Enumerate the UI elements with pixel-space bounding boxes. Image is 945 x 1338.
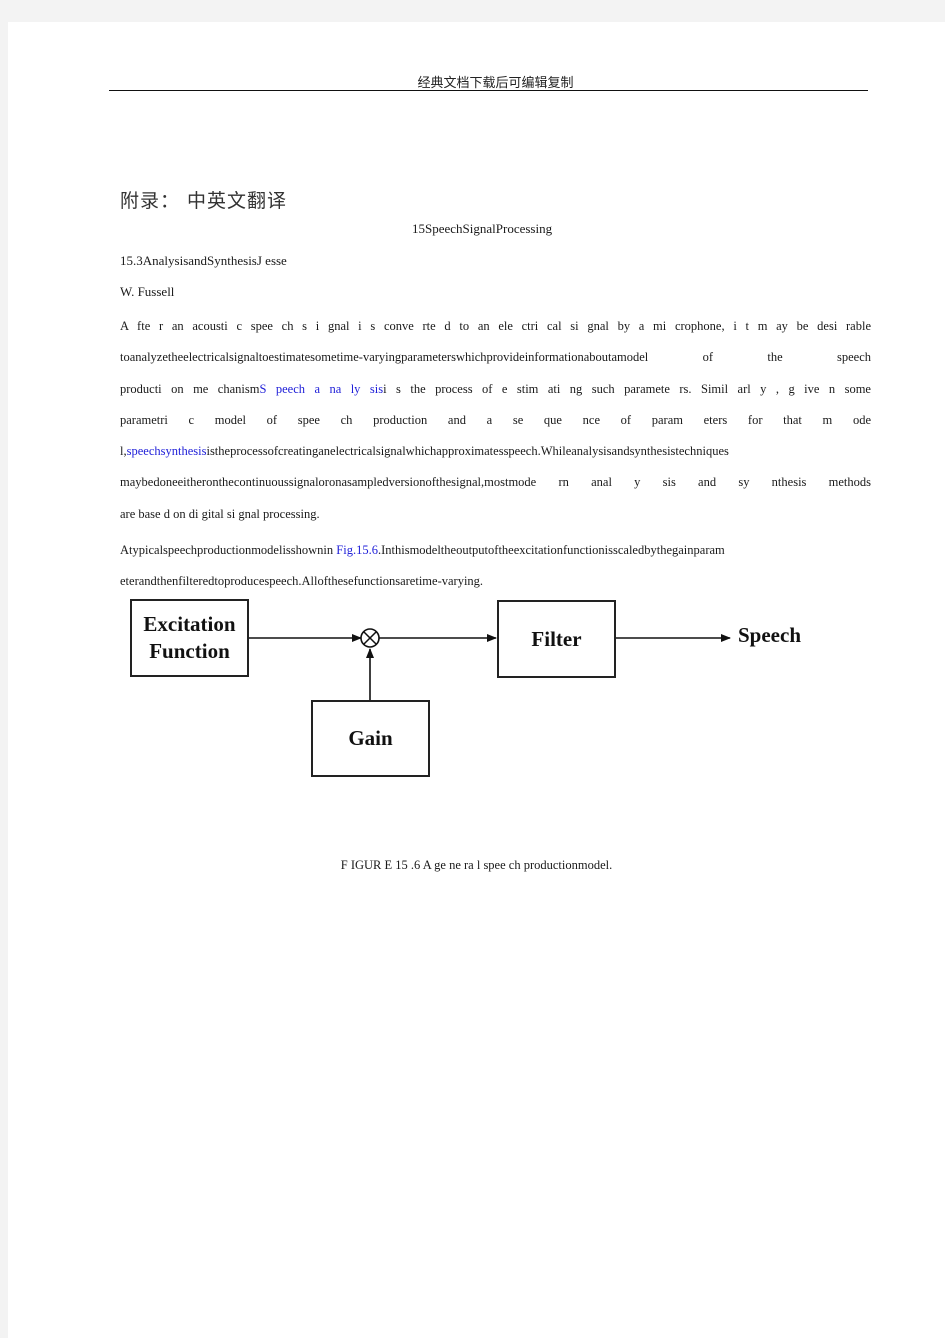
multiplier-icon (360, 628, 380, 648)
text-run: maybedoneeitheronthecontinuoussignaloron… (120, 475, 871, 490)
filter-block: Filter (497, 600, 616, 678)
section-title: 15.3AnalysisandSynthesisJ esse (120, 253, 287, 268)
paragraph-line: maybedoneeitheronthecontinuoussignaloron… (120, 467, 871, 498)
excitation-label-line1: Excitation (143, 612, 236, 636)
text-run: toanalyzetheelectricalsignaltoestimateso… (120, 350, 871, 365)
text-run: .Inthismodeltheoutputoftheexcitationfunc… (377, 543, 725, 557)
inline-link[interactable]: S peech a na ly sis (259, 382, 383, 396)
excitation-function-block: Excitation Function (130, 599, 249, 677)
paragraph-line: are base d on di gital si gnal processin… (120, 499, 871, 530)
page-header: 经典文档下载后可编辑复制 (417, 76, 574, 91)
inline-link[interactable]: Fig.15.6 (336, 543, 378, 557)
author-name: W. Fussell (120, 284, 175, 299)
gain-block: Gain (311, 700, 430, 777)
excitation-label-line2: Function (149, 639, 230, 663)
paragraph-production-model: Atypicalspeechproductionmodelisshownin F… (120, 535, 871, 598)
paragraph-line: toanalyzetheelectricalsignaltoestimateso… (120, 342, 871, 373)
text-run: producti on me chanism (120, 381, 260, 396)
chapter-title: 15SpeechSignalProcessing (412, 221, 553, 236)
header-divider (109, 90, 868, 91)
inline-link[interactable]: speechsynthesis (127, 444, 207, 458)
paragraph-analysis-synthesis: A fte r an acousti c spee ch s i gnal i … (120, 311, 871, 530)
paragraph-line: parametri c model of spee ch production … (120, 405, 871, 436)
text-run: istheprocessofcreatinganelectricalsignal… (206, 444, 729, 459)
document-page: 经典文档下载后可编辑复制 附录： 中英文翻译 15SpeechSignalPro… (8, 22, 945, 1338)
paragraph-line: A fte r an acousti c spee ch s i gnal i … (120, 311, 871, 342)
paragraph-line: l,speechsynthesisistheprocessofcreatinga… (120, 436, 871, 467)
text-run: are base d on di gital si gnal processin… (120, 506, 320, 521)
paragraph-line: producti on me chanismS peech a na ly si… (120, 374, 871, 405)
text-run: Atypicalspeechproductionmodelisshownin (120, 543, 337, 557)
speech-output-label: Speech (738, 623, 801, 647)
text-run: parametri c model of spee ch production … (120, 412, 871, 427)
paragraph-line: Atypicalspeechproductionmodelisshownin F… (120, 535, 871, 566)
figure-caption: F IGUR E 15 .6 A ge ne ra l spee ch prod… (340, 858, 613, 872)
appendix-title: 附录： 中英文翻译 (120, 190, 288, 212)
speech-production-diagram: Excitation Function Filter Gain Speech (120, 597, 840, 787)
text-run: i s the process of e stim ati ng such pa… (383, 381, 871, 396)
text-run: eterandthenfilteredtoproducespeech.Allof… (120, 574, 484, 589)
paragraph-line: eterandthenfilteredtoproducespeech.Allof… (120, 566, 871, 597)
text-run: A fte r an acousti c spee ch s i gnal i … (120, 319, 871, 333)
text-run: l, (120, 444, 127, 459)
